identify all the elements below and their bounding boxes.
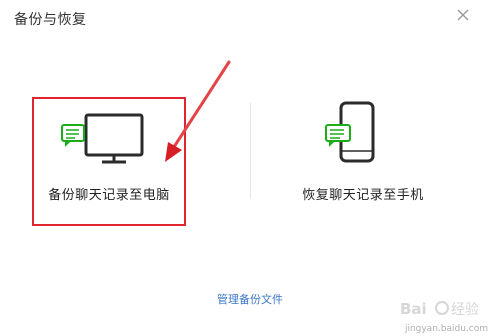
window-title: 备份与恢复 (14, 12, 87, 28)
close-icon (457, 9, 469, 21)
divider (250, 103, 251, 199)
watermark-url: jingyan.baidu.com (404, 324, 488, 334)
phone-chat-icon (325, 101, 375, 163)
backup-restore-window: 备份与恢复 备份聊天记录至电脑 恢复聊天记录至手机 管理备份文件 Bai 经验 … (0, 0, 500, 336)
restore-to-phone-label: 恢复聊天记录至手机 (302, 188, 424, 203)
svg-text:Bai: Bai (400, 300, 427, 318)
backup-to-pc-label: 备份聊天记录至电脑 (48, 188, 170, 203)
restore-to-phone-option[interactable]: 恢复聊天记录至手机 (278, 97, 448, 225)
monitor-chat-icon (61, 113, 144, 164)
backup-to-pc-option[interactable]: 备份聊天记录至电脑 (32, 97, 186, 225)
close-button[interactable] (454, 6, 472, 24)
svg-text:经验: 经验 (451, 302, 479, 318)
